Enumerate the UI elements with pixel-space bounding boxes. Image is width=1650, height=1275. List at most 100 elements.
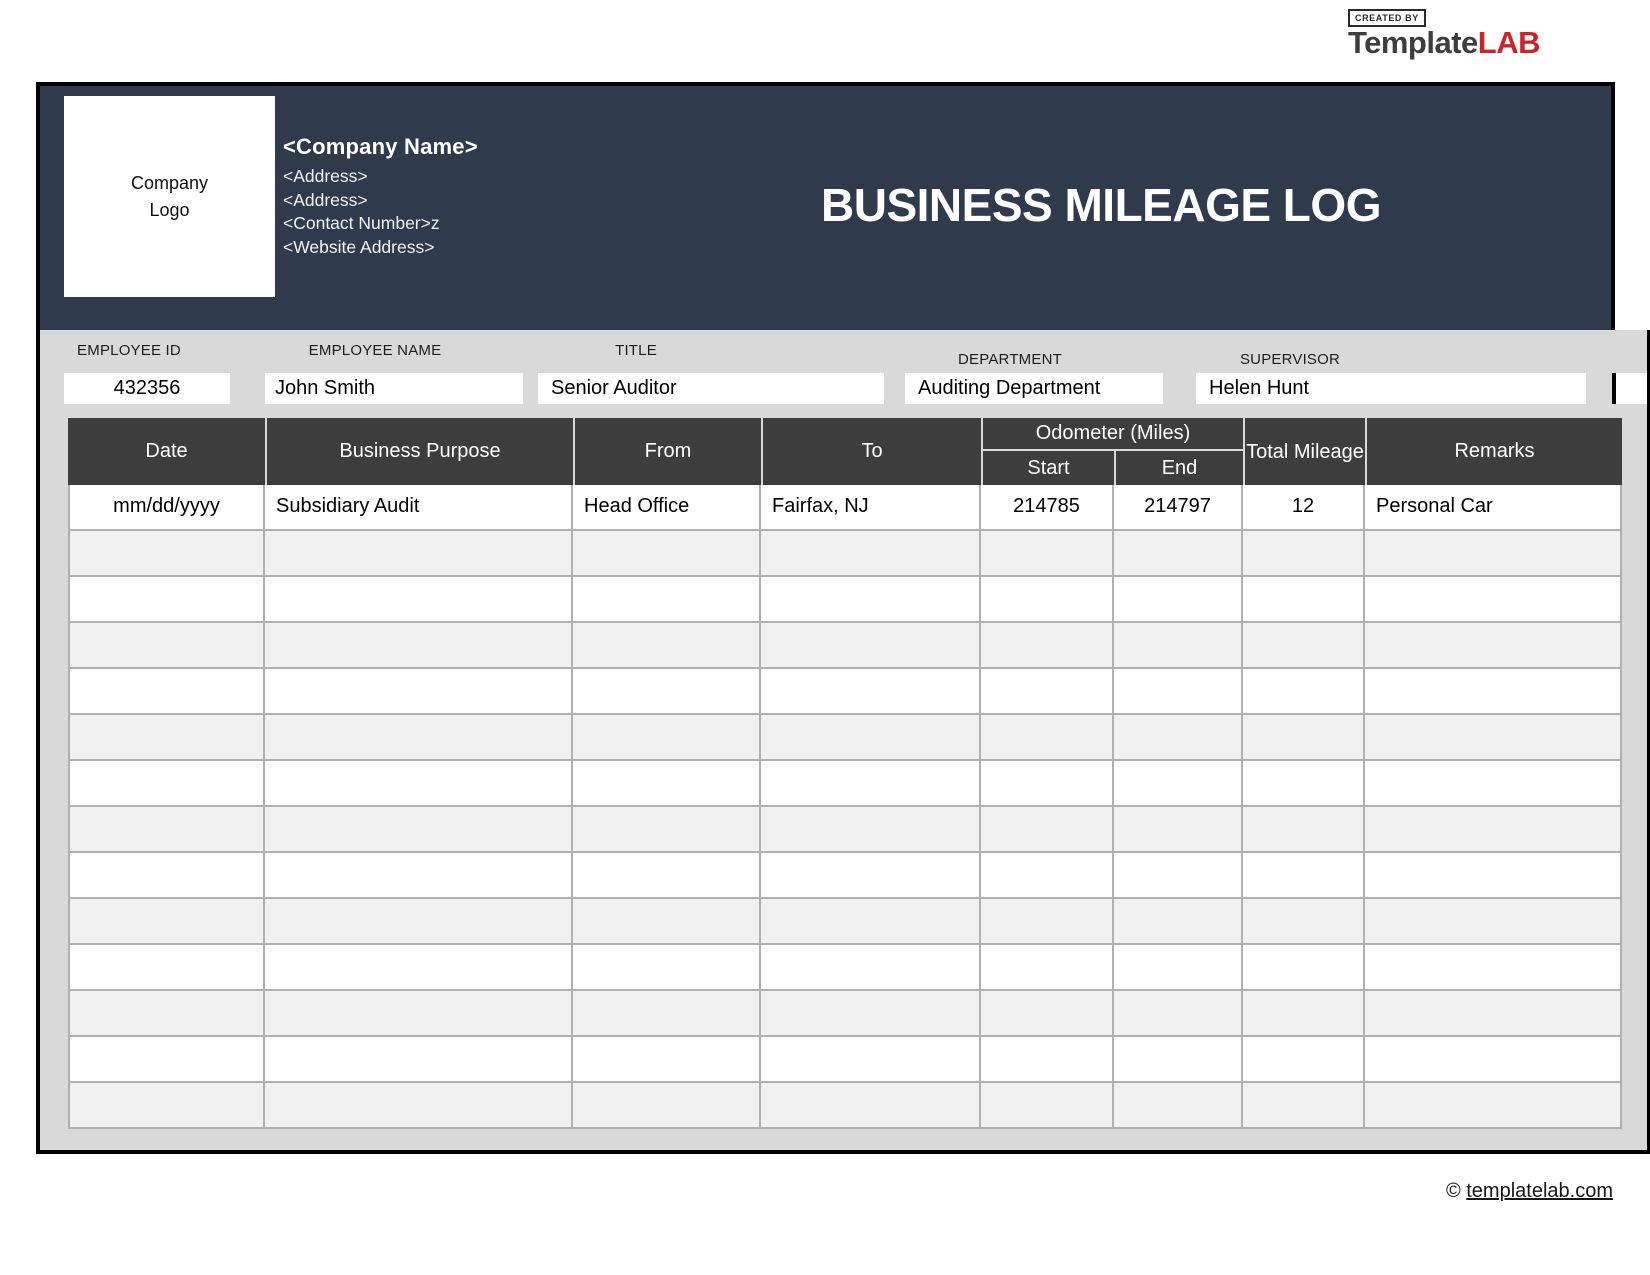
table-cell-empty[interactable]	[265, 1037, 573, 1081]
table-cell-empty[interactable]	[1243, 945, 1365, 989]
table-cell-empty[interactable]	[1365, 1037, 1622, 1081]
table-cell-empty[interactable]	[1243, 715, 1365, 759]
table-cell-empty[interactable]	[1114, 761, 1243, 805]
table-cell-empty[interactable]	[573, 715, 761, 759]
table-cell-empty[interactable]	[68, 1037, 265, 1081]
field-input-department[interactable]: Auditing Department	[905, 373, 1163, 404]
table-cell-empty[interactable]	[981, 991, 1114, 1035]
cell-remarks[interactable]: Personal Car	[1365, 485, 1622, 529]
table-cell-empty[interactable]	[265, 991, 573, 1035]
table-cell-empty[interactable]	[1365, 577, 1622, 621]
table-cell-empty[interactable]	[761, 761, 981, 805]
table-cell-empty[interactable]	[68, 945, 265, 989]
table-cell-empty[interactable]	[1114, 577, 1243, 621]
table-cell-empty[interactable]	[761, 623, 981, 667]
table-cell-empty[interactable]	[573, 991, 761, 1035]
table-cell-empty[interactable]	[573, 807, 761, 851]
table-cell-empty[interactable]	[573, 623, 761, 667]
field-input-title[interactable]: Senior Auditor	[538, 373, 884, 404]
table-cell-empty[interactable]	[68, 623, 265, 667]
table-cell-empty[interactable]	[761, 853, 981, 897]
table-cell-empty[interactable]	[1365, 1083, 1622, 1127]
table-cell-empty[interactable]	[68, 715, 265, 759]
table-cell-empty[interactable]	[761, 991, 981, 1035]
table-cell-empty[interactable]	[981, 715, 1114, 759]
table-cell-empty[interactable]	[981, 761, 1114, 805]
table-cell-empty[interactable]	[68, 761, 265, 805]
table-cell-empty[interactable]	[573, 577, 761, 621]
table-cell-empty[interactable]	[1243, 1037, 1365, 1081]
table-cell-empty[interactable]	[981, 945, 1114, 989]
table-cell-empty[interactable]	[1365, 531, 1622, 575]
table-cell-empty[interactable]	[265, 531, 573, 575]
table-cell-empty[interactable]	[1243, 761, 1365, 805]
table-cell-empty[interactable]	[1243, 577, 1365, 621]
table-cell-empty[interactable]	[1243, 807, 1365, 851]
table-cell-empty[interactable]	[265, 1083, 573, 1127]
table-cell-empty[interactable]	[1114, 669, 1243, 713]
table-cell-empty[interactable]	[68, 531, 265, 575]
cell-business-purpose[interactable]: Subsidiary Audit	[265, 485, 573, 529]
table-cell-empty[interactable]	[1243, 853, 1365, 897]
table-cell-empty[interactable]	[981, 899, 1114, 943]
table-cell-empty[interactable]	[265, 577, 573, 621]
table-cell-empty[interactable]	[265, 623, 573, 667]
table-cell-empty[interactable]	[981, 531, 1114, 575]
field-input-employee-id[interactable]: 432356	[64, 373, 230, 404]
table-cell-empty[interactable]	[981, 577, 1114, 621]
table-cell-empty[interactable]	[981, 669, 1114, 713]
table-cell-empty[interactable]	[761, 1037, 981, 1081]
templatelab-link[interactable]: templatelab.com	[1466, 1180, 1613, 1202]
cell-total-mileage[interactable]: 12	[1243, 485, 1365, 529]
table-cell-empty[interactable]	[573, 531, 761, 575]
table-cell-empty[interactable]	[1243, 899, 1365, 943]
table-cell-empty[interactable]	[1243, 669, 1365, 713]
table-cell-empty[interactable]	[68, 853, 265, 897]
table-cell-empty[interactable]	[265, 853, 573, 897]
table-cell-empty[interactable]	[68, 899, 265, 943]
table-cell-empty[interactable]	[981, 623, 1114, 667]
table-cell-empty[interactable]	[573, 853, 761, 897]
table-cell-empty[interactable]	[761, 899, 981, 943]
table-cell-empty[interactable]	[573, 1083, 761, 1127]
table-cell-empty[interactable]	[1365, 715, 1622, 759]
table-cell-empty[interactable]	[265, 761, 573, 805]
table-cell-empty[interactable]	[981, 1083, 1114, 1127]
table-cell-empty[interactable]	[1114, 853, 1243, 897]
cell-odometer-end[interactable]: 214797	[1114, 485, 1243, 529]
field-input-supervisor[interactable]: Helen Hunt	[1196, 373, 1586, 404]
table-cell-empty[interactable]	[761, 531, 981, 575]
table-cell-empty[interactable]	[1365, 669, 1622, 713]
table-cell-empty[interactable]	[981, 1037, 1114, 1081]
table-cell-empty[interactable]	[1114, 807, 1243, 851]
table-cell-empty[interactable]	[761, 577, 981, 621]
table-cell-empty[interactable]	[1243, 623, 1365, 667]
table-cell-empty[interactable]	[573, 945, 761, 989]
table-cell-empty[interactable]	[761, 807, 981, 851]
table-cell-empty[interactable]	[981, 807, 1114, 851]
table-cell-empty[interactable]	[573, 1037, 761, 1081]
table-cell-empty[interactable]	[1365, 761, 1622, 805]
cell-odometer-start[interactable]: 214785	[981, 485, 1114, 529]
table-cell-empty[interactable]	[1114, 1083, 1243, 1127]
table-cell-empty[interactable]	[1365, 807, 1622, 851]
table-cell-empty[interactable]	[1365, 945, 1622, 989]
table-cell-empty[interactable]	[573, 899, 761, 943]
table-cell-empty[interactable]	[573, 669, 761, 713]
table-cell-empty[interactable]	[981, 853, 1114, 897]
table-cell-empty[interactable]	[265, 669, 573, 713]
table-cell-empty[interactable]	[1365, 899, 1622, 943]
table-cell-empty[interactable]	[761, 669, 981, 713]
table-cell-empty[interactable]	[265, 715, 573, 759]
table-cell-empty[interactable]	[1365, 853, 1622, 897]
table-cell-empty[interactable]	[761, 1083, 981, 1127]
table-cell-empty[interactable]	[1114, 531, 1243, 575]
table-cell-empty[interactable]	[1365, 623, 1622, 667]
table-cell-empty[interactable]	[1114, 991, 1243, 1035]
table-cell-empty[interactable]	[1114, 715, 1243, 759]
table-cell-empty[interactable]	[265, 807, 573, 851]
table-cell-empty[interactable]	[1114, 1037, 1243, 1081]
table-cell-empty[interactable]	[265, 899, 573, 943]
table-cell-empty[interactable]	[761, 715, 981, 759]
table-cell-empty[interactable]	[573, 761, 761, 805]
